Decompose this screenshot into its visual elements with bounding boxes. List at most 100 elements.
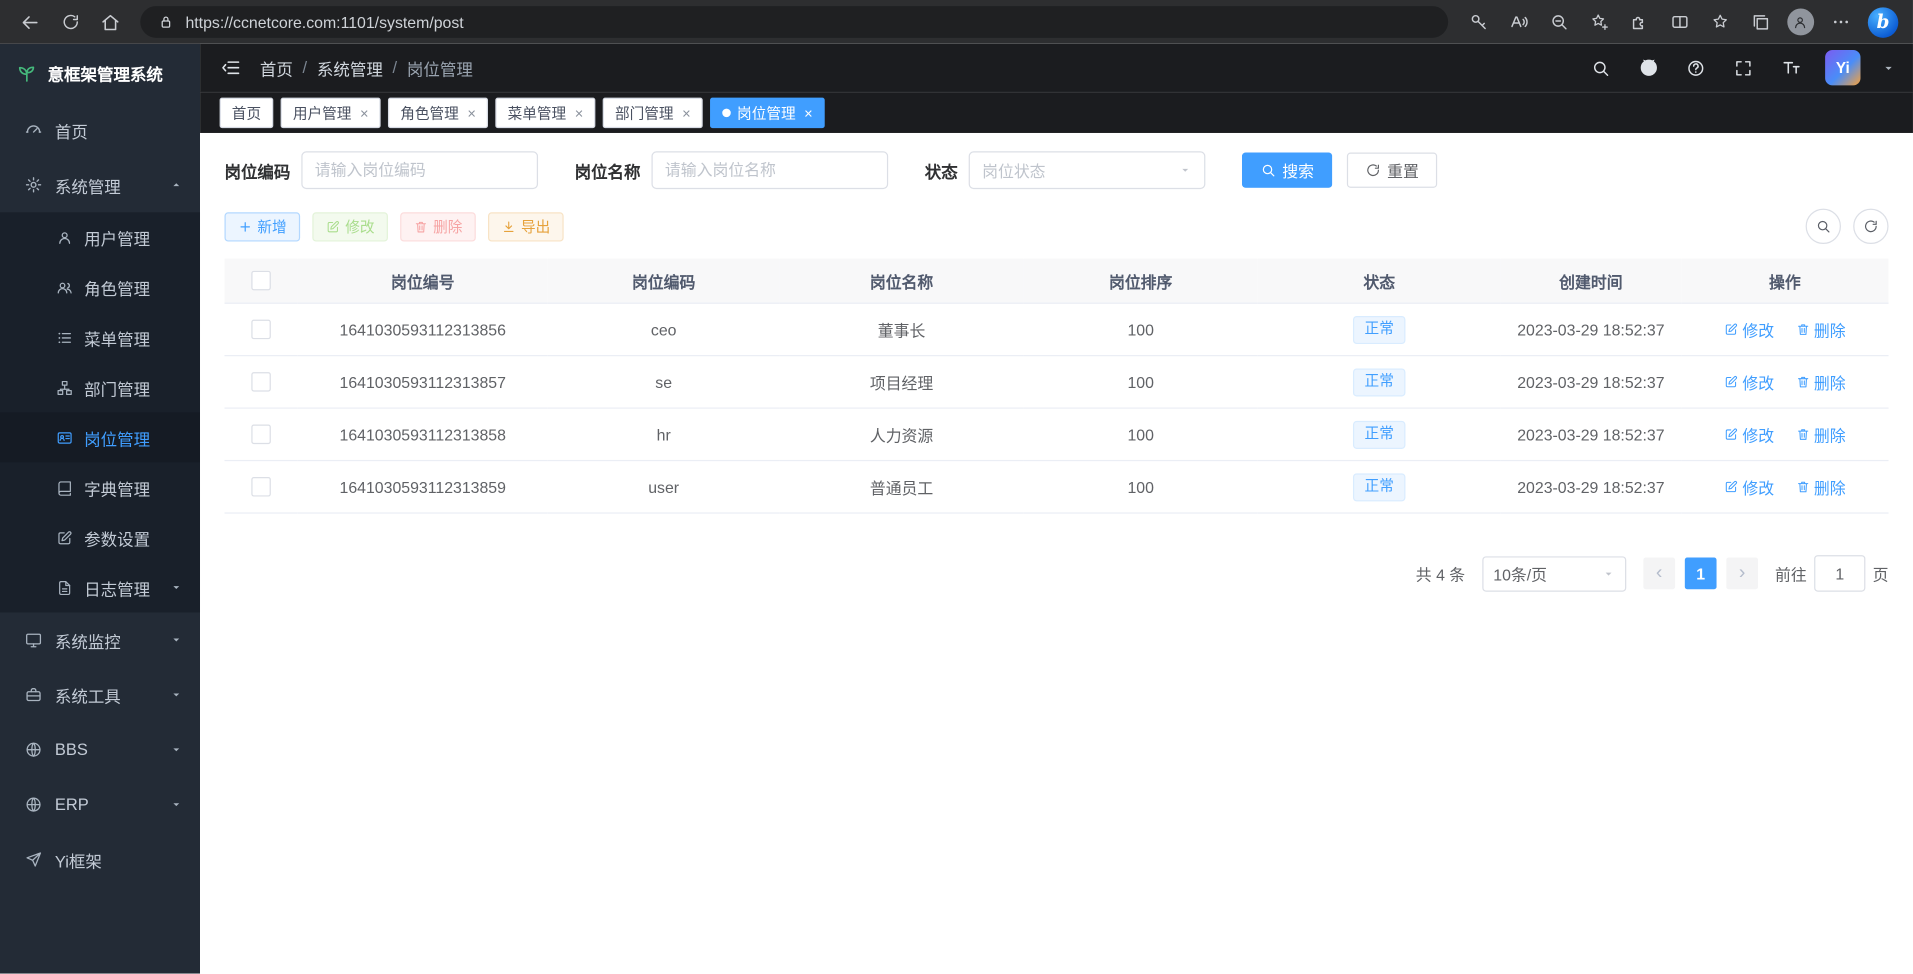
fullscreen-icon: [1734, 58, 1754, 78]
next-page-button[interactable]: ›: [1726, 558, 1758, 590]
export-button[interactable]: 导出: [488, 212, 564, 241]
row-edit-link[interactable]: 修改: [1724, 475, 1774, 498]
sidebar-item-log-mgmt[interactable]: 日志管理: [0, 562, 200, 612]
refresh-button[interactable]: [50, 4, 90, 39]
delete-button[interactable]: 删除: [400, 212, 476, 241]
add-button[interactable]: 新增: [224, 212, 300, 241]
split-screen-button[interactable]: [1659, 4, 1699, 39]
tab-menu-mgmt[interactable]: 菜单管理×: [495, 98, 595, 129]
sidebar-item-system-mgmt[interactable]: 系统管理: [0, 157, 200, 212]
breadcrumb-home[interactable]: 首页: [260, 56, 293, 80]
goto-page-input[interactable]: [1814, 555, 1865, 592]
edit-button[interactable]: 修改: [312, 212, 388, 241]
row-checkbox[interactable]: [251, 320, 271, 340]
user-icon: [56, 229, 73, 246]
sidebar-item-param-settings[interactable]: 参数设置: [0, 512, 200, 562]
sidebar-item-dict-mgmt[interactable]: 字典管理: [0, 462, 200, 512]
row-delete-link[interactable]: 删除: [1796, 475, 1846, 498]
leaf-logo-icon: [16, 62, 38, 84]
tab-user-mgmt[interactable]: 用户管理×: [281, 98, 381, 129]
tab-post-mgmt[interactable]: 岗位管理×: [710, 98, 825, 129]
sidebar-item-user-mgmt[interactable]: 用户管理: [0, 212, 200, 262]
row-checkbox[interactable]: [251, 425, 271, 445]
site-lock-icon: [157, 13, 174, 30]
header-search-button[interactable]: [1587, 54, 1614, 81]
github-button[interactable]: [1635, 54, 1662, 81]
prev-page-button[interactable]: ‹: [1643, 558, 1675, 590]
help-button[interactable]: [1682, 54, 1709, 81]
extensions-button[interactable]: [1619, 4, 1659, 39]
sidebar-item-system-monitor[interactable]: 系统监控: [0, 612, 200, 667]
page-size-select[interactable]: 10条/页: [1482, 556, 1626, 591]
chevron-down-icon: [170, 581, 183, 594]
copilot-bing-button[interactable]: b: [1868, 7, 1899, 38]
font-size-button[interactable]: [1778, 54, 1805, 81]
sidebar-item-system-tools[interactable]: 系统工具: [0, 667, 200, 722]
trash-icon: [1796, 427, 1811, 442]
key-icon: [1468, 12, 1488, 32]
read-aloud-button[interactable]: [1498, 4, 1538, 39]
page-content: 岗位编码 岗位名称 状态 岗位状态: [200, 133, 1913, 974]
sidebar-item-yi-framework[interactable]: Yi框架: [0, 832, 200, 887]
trash-icon: [414, 219, 429, 234]
back-button[interactable]: [10, 4, 50, 39]
sidebar-item-bbs[interactable]: BBS: [0, 722, 200, 777]
dashboard-icon: [24, 121, 42, 139]
paper-plane-icon: [24, 850, 42, 868]
sidebar-item-post-mgmt[interactable]: 岗位管理: [0, 412, 200, 462]
sidebar-item-dept-mgmt[interactable]: 部门管理: [0, 362, 200, 412]
sidebar-toggle-button[interactable]: [217, 54, 244, 81]
toggle-search-button[interactable]: [1806, 209, 1841, 244]
sidebar-item-role-mgmt[interactable]: 角色管理: [0, 262, 200, 312]
reset-button[interactable]: 重置: [1347, 153, 1437, 188]
fullscreen-button[interactable]: [1730, 54, 1757, 81]
row-delete-link[interactable]: 删除: [1796, 370, 1846, 393]
refresh-table-button[interactable]: [1853, 209, 1888, 244]
chevron-down-icon: [170, 743, 183, 756]
post-code-input[interactable]: [301, 151, 538, 189]
row-checkbox[interactable]: [251, 372, 271, 392]
row-edit-link[interactable]: 修改: [1724, 318, 1774, 341]
chevron-down-icon: [170, 633, 183, 646]
add-favorite-button[interactable]: [1579, 4, 1619, 39]
close-icon[interactable]: ×: [575, 106, 584, 121]
row-edit-link[interactable]: 修改: [1724, 423, 1774, 446]
favorites-button[interactable]: [1699, 4, 1739, 39]
close-icon[interactable]: ×: [804, 106, 813, 121]
close-icon[interactable]: ×: [467, 106, 476, 121]
globe-icon: [24, 741, 42, 759]
breadcrumb-current: 岗位管理: [407, 56, 473, 80]
collections-icon: [1750, 12, 1770, 32]
tab-dept-mgmt[interactable]: 部门管理×: [603, 98, 703, 129]
tab-role-mgmt[interactable]: 角色管理×: [388, 98, 488, 129]
row-delete-link[interactable]: 删除: [1796, 318, 1846, 341]
table-row: 1641030593112313859 user 普通员工 100 正常 202…: [224, 461, 1888, 513]
select-all-checkbox[interactable]: [251, 271, 271, 291]
status-select[interactable]: 岗位状态: [969, 151, 1206, 189]
close-icon[interactable]: ×: [360, 106, 369, 121]
sidebar-item-home[interactable]: 首页: [0, 102, 200, 157]
password-manager-button[interactable]: [1458, 4, 1498, 39]
close-icon[interactable]: ×: [682, 106, 691, 121]
address-bar[interactable]: https://ccnetcore.com:1101/system/post: [140, 6, 1448, 38]
row-delete-link[interactable]: 删除: [1796, 423, 1846, 446]
post-name-input[interactable]: [651, 151, 888, 189]
refresh-icon: [60, 12, 80, 32]
breadcrumb-separator: /: [303, 59, 308, 77]
page-1-button[interactable]: 1: [1685, 558, 1717, 590]
breadcrumb-system[interactable]: 系统管理: [317, 56, 383, 80]
app-logo[interactable]: 意框架管理系统: [0, 44, 200, 103]
browser-profile-button[interactable]: [1780, 4, 1820, 39]
tab-home[interactable]: 首页: [220, 98, 274, 129]
browser-menu-button[interactable]: [1820, 4, 1860, 39]
row-checkbox[interactable]: [251, 477, 271, 497]
zoom-button[interactable]: [1538, 4, 1578, 39]
user-avatar[interactable]: Yi: [1825, 50, 1860, 85]
collections-button[interactable]: [1740, 4, 1780, 39]
row-edit-link[interactable]: 修改: [1724, 370, 1774, 393]
trash-icon: [1796, 375, 1811, 390]
sidebar-item-menu-mgmt[interactable]: 菜单管理: [0, 312, 200, 362]
browser-home-button[interactable]: [90, 4, 130, 39]
search-button[interactable]: 搜索: [1242, 153, 1332, 188]
sidebar-item-erp[interactable]: ERP: [0, 777, 200, 832]
